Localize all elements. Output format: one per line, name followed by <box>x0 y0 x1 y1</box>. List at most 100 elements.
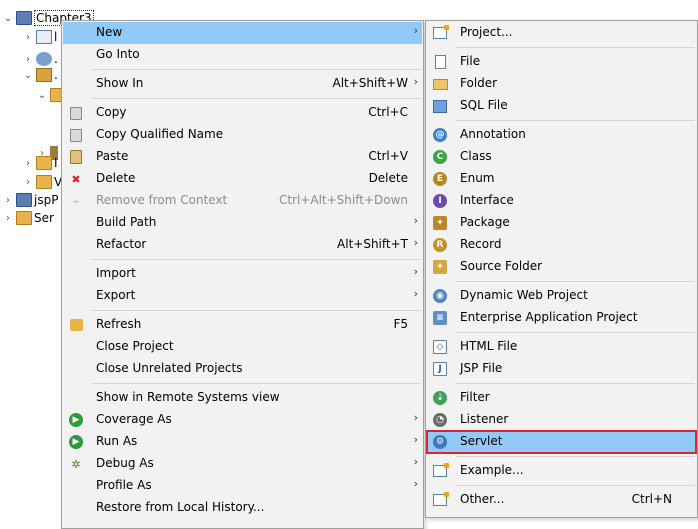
enterprise-app-icon: ≡ <box>432 310 448 326</box>
chevron-right-icon: › <box>413 411 418 424</box>
project-icon <box>16 11 32 25</box>
submenu-item-class[interactable]: C Class <box>427 146 696 168</box>
other-icon <box>432 492 449 508</box>
submenu-item-source-folder[interactable]: ✦ Source Folder <box>427 256 696 278</box>
chevron-right-icon: › <box>413 236 418 249</box>
chevron-right-icon: › <box>413 433 418 446</box>
menu-item-paste[interactable]: Paste Ctrl+V <box>63 146 422 168</box>
menu-item-close-project[interactable]: Close Project <box>63 336 422 358</box>
sql-file-icon <box>432 98 448 114</box>
menu-item-show-in-remote-systems[interactable]: Show in Remote Systems view <box>63 387 422 409</box>
submenu-item-enterprise-application-project[interactable]: ≡ Enterprise Application Project <box>427 307 696 329</box>
menu-item-refresh[interactable]: Refresh F5 <box>63 314 422 336</box>
chevron-right-icon: › <box>413 24 418 37</box>
new-project-icon <box>432 25 449 41</box>
dynamic-web-project-icon: ◉ <box>432 288 448 304</box>
submenu-item-dynamic-web-project[interactable]: ◉ Dynamic Web Project <box>427 285 696 307</box>
menu-item-coverage-as[interactable]: ▶ Coverage As › <box>63 409 422 431</box>
chevron-right-icon: › <box>413 75 418 88</box>
jsp-file-icon: J <box>432 361 448 377</box>
chevron-right-icon[interactable]: › <box>22 54 34 65</box>
folder-icon <box>36 175 52 189</box>
remove-context-icon: ⌁ <box>72 194 80 208</box>
menu-item-restore-local-history[interactable]: Restore from Local History... <box>63 497 422 519</box>
refresh-icon <box>68 317 84 333</box>
file-icon <box>432 54 448 70</box>
menu-item-copy-qualified-name[interactable]: Copy Qualified Name <box>63 124 422 146</box>
delete-icon: ✖ <box>71 172 81 186</box>
chevron-right-icon[interactable]: › <box>22 158 34 169</box>
chevron-right-icon[interactable]: › <box>2 213 14 224</box>
submenu-item-other[interactable]: Other... Ctrl+N <box>427 489 696 511</box>
menu-separator <box>456 120 695 121</box>
annotation-icon: @ <box>432 127 448 143</box>
chevron-down-icon[interactable]: ⌄ <box>22 70 34 81</box>
filter-icon: ⇣ <box>432 390 448 406</box>
submenu-item-html-file[interactable]: ◇ HTML File <box>427 336 696 358</box>
menu-separator <box>456 456 695 457</box>
folder-icon <box>16 211 32 225</box>
menu-item-export[interactable]: Export › <box>63 285 422 307</box>
chevron-down-icon[interactable]: ⌄ <box>2 13 14 24</box>
menu-separator <box>456 485 695 486</box>
submenu-item-record[interactable]: R Record <box>427 234 696 256</box>
tree-item[interactable]: › l <box>22 26 57 48</box>
chevron-right-icon: › <box>413 287 418 300</box>
menu-item-go-into[interactable]: Go Into <box>63 44 422 66</box>
submenu-item-enum[interactable]: E Enum <box>427 168 696 190</box>
submenu-item-package[interactable]: ✦ Package <box>427 212 696 234</box>
submenu-item-servlet[interactable]: ⚙ Servlet <box>427 431 696 453</box>
menu-item-import[interactable]: Import › <box>63 263 422 285</box>
record-icon: R <box>432 237 448 253</box>
menu-separator <box>456 332 695 333</box>
context-menu: New › Go Into Show In Alt+Shift+W › Copy… <box>61 20 424 529</box>
copy-icon <box>68 105 84 121</box>
submenu-item-example[interactable]: Example... <box>427 460 696 482</box>
submenu-item-file[interactable]: File <box>427 51 696 73</box>
menu-separator <box>92 69 421 70</box>
submenu-item-listener[interactable]: ◔ Listener <box>427 409 696 431</box>
chevron-right-icon[interactable]: › <box>22 177 34 188</box>
chevron-right-icon[interactable]: › <box>22 32 34 43</box>
chevron-right-icon: › <box>413 455 418 468</box>
menu-item-copy[interactable]: Copy Ctrl+C <box>63 102 422 124</box>
menu-separator <box>456 383 695 384</box>
html-file-icon: ◇ <box>432 339 448 355</box>
submenu-item-filter[interactable]: ⇣ Filter <box>427 387 696 409</box>
menu-separator <box>456 47 695 48</box>
menu-item-delete[interactable]: ✖ Delete Delete <box>63 168 422 190</box>
menu-item-refactor[interactable]: Refactor Alt+Shift+T › <box>63 234 422 256</box>
project-explorer-tree: ⌄ Chapter3 › l › . ⌄ . ⌄ › › I › V › jsp… <box>0 0 94 529</box>
menu-separator <box>92 310 421 311</box>
menu-item-profile-as[interactable]: Profile As › <box>63 475 422 497</box>
chevron-right-icon[interactable]: › <box>2 195 14 206</box>
folder-icon <box>36 156 52 170</box>
menu-item-build-path[interactable]: Build Path › <box>63 212 422 234</box>
source-folder-icon: ✦ <box>432 259 448 275</box>
tree-item[interactable]: ⌄ . <box>22 64 58 86</box>
submenu-item-jsp-file[interactable]: J JSP File <box>427 358 696 380</box>
submenu-item-sql-file[interactable]: SQL File <box>427 95 696 117</box>
submenu-item-interface[interactable]: I Interface <box>427 190 696 212</box>
menu-item-debug-as[interactable]: ✲ Debug As › <box>63 453 422 475</box>
tree-item-servers[interactable]: › Ser <box>2 207 54 229</box>
menu-separator <box>92 259 421 260</box>
chevron-right-icon: › <box>413 265 418 278</box>
new-submenu: Project... File Folder SQL File @ Annota… <box>425 20 698 518</box>
submenu-item-annotation[interactable]: @ Annotation <box>427 124 696 146</box>
submenu-item-project[interactable]: Project... <box>427 22 696 44</box>
debug-icon: ✲ <box>71 457 81 471</box>
menu-item-remove-from-context[interactable]: ⌁ Remove from Context Ctrl+Alt+Shift+Dow… <box>63 190 422 212</box>
example-icon <box>432 463 449 479</box>
class-icon: C <box>432 149 448 165</box>
chevron-down-icon[interactable]: ⌄ <box>36 90 48 101</box>
menu-item-run-as[interactable]: ▶ Run As › <box>63 431 422 453</box>
menu-item-show-in[interactable]: Show In Alt+Shift+W › <box>63 73 422 95</box>
java-resources-icon <box>36 68 52 82</box>
menu-separator <box>92 98 421 99</box>
menu-item-close-unrelated-projects[interactable]: Close Unrelated Projects <box>63 358 422 380</box>
submenu-item-folder[interactable]: Folder <box>427 73 696 95</box>
chevron-right-icon: › <box>413 214 418 227</box>
menu-item-new[interactable]: New › <box>63 22 422 44</box>
interface-icon: I <box>432 193 448 209</box>
